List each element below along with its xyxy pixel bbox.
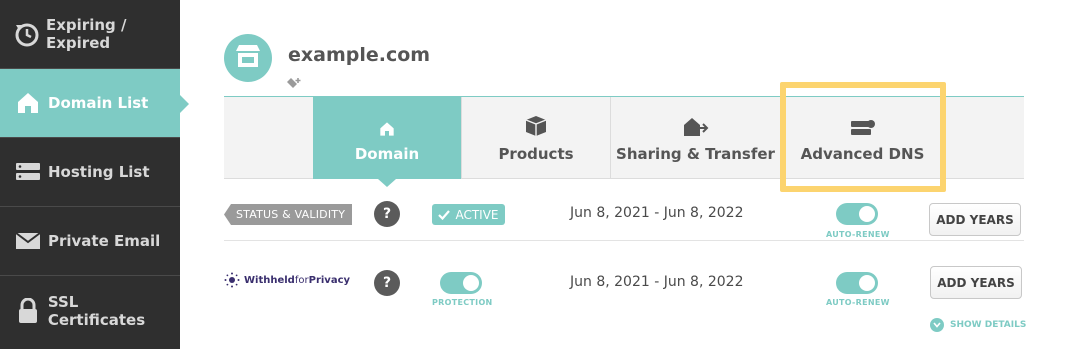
- validity-dates: Jun 8, 2021 - Jun 8, 2022: [570, 205, 744, 221]
- logo-privacy: Privacy: [308, 274, 351, 286]
- show-details-link[interactable]: SHOW DETAILS: [930, 318, 1026, 332]
- sidebar-item-label: Hosting List: [48, 163, 150, 181]
- privacy-auto-renew-label: AUTO-RENEW: [826, 298, 890, 307]
- sidebar-item-label: SSL Certificates: [47, 292, 146, 329]
- status-help-icon[interactable]: ?: [374, 201, 400, 227]
- home-icon: [379, 113, 395, 137]
- protection-toggle[interactable]: [440, 272, 482, 294]
- sidebar-item-domain-list[interactable]: Domain List: [0, 69, 189, 138]
- storefront-icon: [234, 43, 262, 73]
- add-years-button[interactable]: ADD YEARS: [929, 203, 1021, 236]
- status-badge: ACTIVE: [432, 204, 505, 225]
- protection-label: PROTECTION: [432, 298, 493, 307]
- domain-avatar: [224, 34, 272, 82]
- auto-renew-toggle[interactable]: [836, 203, 878, 225]
- check-icon: [438, 209, 451, 220]
- page-title: example.com: [288, 44, 431, 66]
- box-icon: [525, 113, 547, 137]
- tab-label: Sharing & Transfer: [616, 145, 775, 163]
- server-icon: [14, 158, 42, 186]
- status-badge-label: ACTIVE: [455, 207, 499, 222]
- sidebar-item-label: Private Email: [48, 232, 161, 250]
- house-arrow-icon: [683, 113, 709, 137]
- logo-for: for: [294, 274, 309, 286]
- auto-renew-label: AUTO-RENEW: [826, 230, 890, 239]
- sidebar: Expiring / Expired Domain List Hosting L…: [0, 0, 189, 349]
- sidebar-item-label: Domain List: [48, 94, 149, 112]
- privacy-add-years-button[interactable]: ADD YEARS: [930, 266, 1022, 299]
- tab-products[interactable]: Products: [461, 97, 610, 179]
- chevron-down-icon: [930, 318, 944, 332]
- tab-empty: [944, 97, 1024, 179]
- add-tag-icon[interactable]: [286, 76, 302, 90]
- sidebar-item-private-email[interactable]: Private Email: [0, 207, 180, 276]
- row-divider: [224, 240, 1024, 241]
- privacy-dates: Jun 8, 2021 - Jun 8, 2022: [570, 274, 744, 290]
- advanced-dns-highlight: [780, 82, 946, 192]
- show-details-label: SHOW DETAILS: [950, 320, 1027, 330]
- privacy-help-icon[interactable]: ?: [374, 270, 400, 296]
- envelope-icon: [14, 227, 42, 255]
- tab-domain[interactable]: Domain: [313, 97, 461, 187]
- home-icon: [14, 89, 42, 117]
- sidebar-item-hosting-list[interactable]: Hosting List: [0, 138, 180, 207]
- expiring-clock-icon: [14, 20, 40, 48]
- privacy-star-icon: [224, 272, 240, 288]
- status-validity-tag: STATUS & VALIDITY: [224, 204, 352, 225]
- privacy-auto-renew-toggle[interactable]: [836, 272, 878, 294]
- sidebar-item-expiring[interactable]: Expiring / Expired: [0, 0, 180, 69]
- tab-label: Domain: [354, 145, 420, 163]
- sidebar-item-ssl-certificates[interactable]: SSL Certificates: [0, 276, 180, 345]
- sidebar-item-label: Expiring / Expired: [46, 16, 127, 52]
- tab-label: Products: [498, 145, 574, 163]
- tab-sharing-transfer[interactable]: Sharing & Transfer: [610, 97, 780, 179]
- lock-icon: [14, 297, 42, 325]
- logo-withheld: Withheld: [244, 274, 295, 286]
- withheld-for-privacy-logo: Withheld for Privacy: [224, 272, 350, 288]
